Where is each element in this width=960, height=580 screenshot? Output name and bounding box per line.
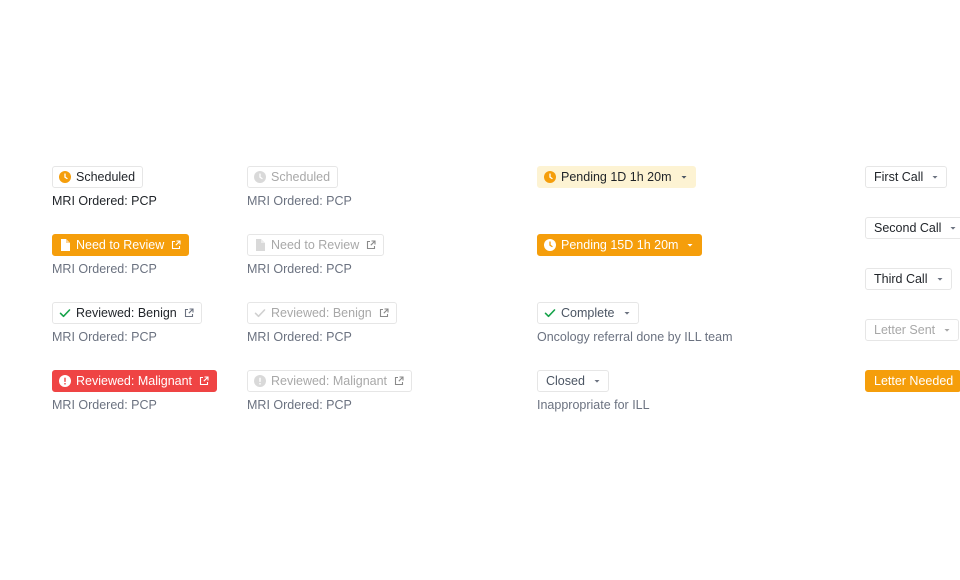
caret-down-icon: [680, 173, 688, 181]
need-review-button[interactable]: Need to Review: [52, 234, 190, 256]
status-complete: Complete Oncology referral done by ILL t…: [537, 302, 732, 344]
call-third: Third Call: [865, 268, 952, 290]
letter-sent: Letter Sent: [865, 319, 960, 341]
malignant-label: Reviewed: Malignant: [271, 373, 388, 388]
external-link-icon[interactable]: [171, 240, 181, 250]
mri-ordered-text: MRI Ordered: PCP: [52, 330, 157, 344]
need-review-button-disabled: Need to Review: [247, 234, 385, 256]
scheduled-badge-disabled: Scheduled: [247, 166, 339, 188]
benign-label: Reviewed: Benign: [76, 305, 177, 320]
mri-ordered-text: MRI Ordered: PCP: [247, 398, 352, 412]
check-icon: [544, 307, 556, 319]
malignant-button-disabled: Reviewed: Malignant: [247, 370, 413, 392]
complete-label: Complete: [561, 305, 615, 320]
clock-icon: [544, 239, 556, 251]
status-pending-15d: Pending 15D 1h 20m: [537, 234, 703, 256]
status-scheduled-disabled: Scheduled MRI Ordered: PCP: [247, 166, 352, 208]
closed-dropdown[interactable]: Closed: [537, 370, 609, 392]
check-icon: [59, 307, 71, 319]
benign-button[interactable]: Reviewed: Benign: [52, 302, 202, 324]
status-pending-1d: Pending 1D 1h 20m: [537, 166, 696, 188]
need-review-label: Need to Review: [76, 237, 165, 252]
alert-icon: [59, 375, 71, 387]
external-link-icon: [366, 240, 376, 250]
malignant-label: Reviewed: Malignant: [76, 373, 193, 388]
call-first: First Call: [865, 166, 948, 188]
complete-note: Oncology referral done by ILL team: [537, 330, 733, 344]
caret-down-icon: [943, 326, 951, 334]
letter-sent-label: Letter Sent: [874, 322, 936, 337]
status-malignant: Reviewed: Malignant MRI Ordered: PCP: [52, 370, 218, 412]
third-call-dropdown[interactable]: Third Call: [865, 268, 952, 290]
clock-icon: [254, 171, 266, 183]
status-benign-disabled: Reviewed: Benign MRI Ordered: PCP: [247, 302, 397, 344]
call-second: Second Call: [865, 217, 960, 239]
status-scheduled: Scheduled MRI Ordered: PCP: [52, 166, 157, 208]
malignant-button[interactable]: Reviewed: Malignant: [52, 370, 218, 392]
mri-ordered-text: MRI Ordered: PCP: [52, 194, 157, 208]
first-call-label: First Call: [874, 169, 924, 184]
external-link-icon[interactable]: [184, 308, 194, 318]
mri-ordered-text: MRI Ordered: PCP: [247, 194, 352, 208]
pending-15d-label: Pending 15D 1h 20m: [561, 237, 679, 252]
caret-down-icon: [623, 309, 631, 317]
mri-ordered-text: MRI Ordered: PCP: [52, 398, 157, 412]
scheduled-label: Scheduled: [271, 169, 331, 184]
clock-icon: [544, 171, 556, 183]
need-review-label: Need to Review: [271, 237, 360, 252]
status-need-review-disabled: Need to Review MRI Ordered: PCP: [247, 234, 385, 276]
external-link-icon: [379, 308, 389, 318]
status-malignant-disabled: Reviewed: Malignant MRI Ordered: PCP: [247, 370, 413, 412]
scheduled-label: Scheduled: [76, 169, 136, 184]
mri-ordered-text: MRI Ordered: PCP: [52, 262, 157, 276]
alert-icon: [254, 375, 266, 387]
letter-needed-dropdown[interactable]: Letter Needed: [865, 370, 960, 392]
pending-15d-dropdown[interactable]: Pending 15D 1h 20m: [537, 234, 703, 256]
letter-needed: Letter Needed: [865, 370, 960, 392]
caret-down-icon: [949, 224, 957, 232]
status-benign: Reviewed: Benign MRI Ordered: PCP: [52, 302, 202, 344]
letter-sent-dropdown[interactable]: Letter Sent: [865, 319, 960, 341]
pending-1d-dropdown[interactable]: Pending 1D 1h 20m: [537, 166, 696, 188]
first-call-dropdown[interactable]: First Call: [865, 166, 948, 188]
clock-icon: [59, 171, 71, 183]
pending-1d-label: Pending 1D 1h 20m: [561, 169, 672, 184]
check-icon: [254, 307, 266, 319]
mri-ordered-text: MRI Ordered: PCP: [247, 262, 352, 276]
letter-needed-label: Letter Needed: [874, 373, 954, 388]
caret-down-icon: [686, 241, 694, 249]
caret-down-icon: [931, 173, 939, 181]
external-link-icon[interactable]: [199, 376, 209, 386]
caret-down-icon: [936, 275, 944, 283]
scheduled-badge: Scheduled: [52, 166, 144, 188]
document-icon: [59, 239, 71, 251]
caret-down-icon: [593, 377, 601, 385]
external-link-icon: [394, 376, 404, 386]
second-call-dropdown[interactable]: Second Call: [865, 217, 960, 239]
third-call-label: Third Call: [874, 271, 928, 286]
second-call-label: Second Call: [874, 220, 942, 235]
document-icon: [254, 239, 266, 251]
benign-button-disabled: Reviewed: Benign: [247, 302, 397, 324]
status-closed: Closed Inappropriate for ILL: [537, 370, 650, 412]
complete-dropdown[interactable]: Complete: [537, 302, 639, 324]
closed-note: Inappropriate for ILL: [537, 398, 650, 412]
closed-label: Closed: [546, 373, 585, 388]
mri-ordered-text: MRI Ordered: PCP: [247, 330, 352, 344]
status-need-review: Need to Review MRI Ordered: PCP: [52, 234, 190, 276]
benign-label: Reviewed: Benign: [271, 305, 372, 320]
